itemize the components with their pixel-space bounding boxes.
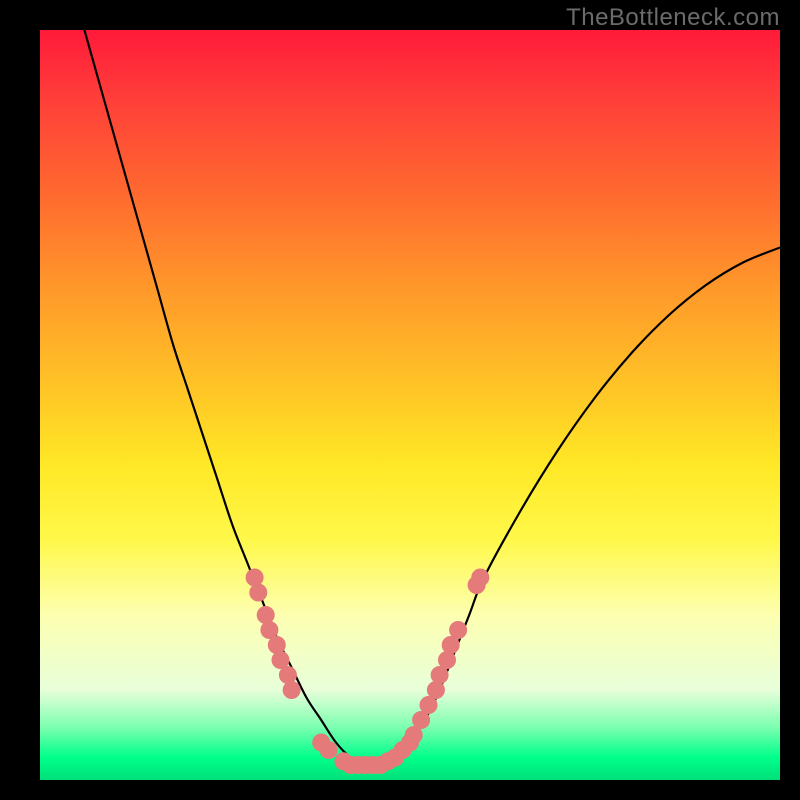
data-marker [246,569,264,587]
data-marker [268,636,286,654]
plot-area [40,30,780,780]
curve-svg [40,30,780,780]
data-marker [283,681,301,699]
data-marker [449,621,467,639]
watermark-text: TheBottleneck.com [566,4,780,32]
data-marker [471,569,489,587]
curve-markers [246,569,490,775]
data-marker [279,666,297,684]
chart-frame: TheBottleneck.com [0,0,800,800]
data-marker [257,606,275,624]
data-marker [249,584,267,602]
data-marker [427,681,445,699]
bottleneck-curve [84,30,780,766]
data-marker [320,741,338,759]
data-marker [438,651,456,669]
